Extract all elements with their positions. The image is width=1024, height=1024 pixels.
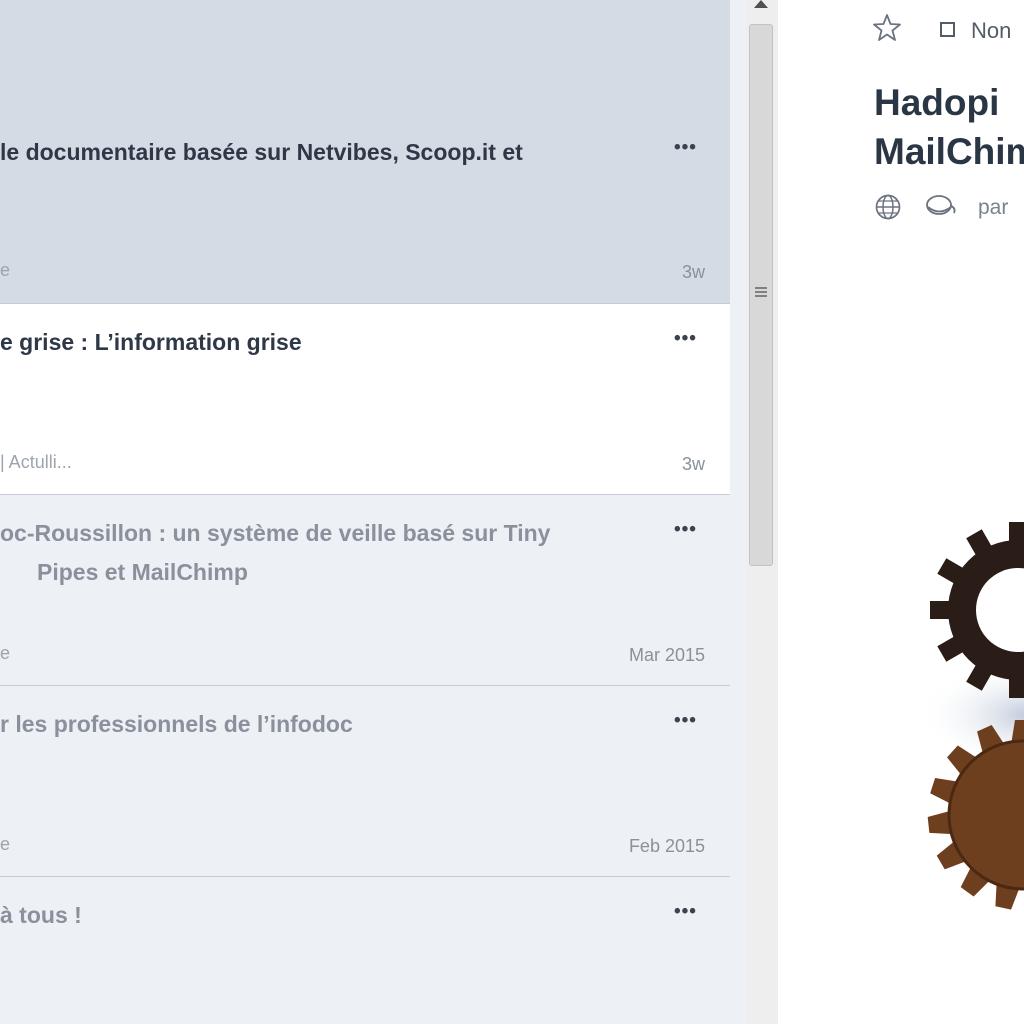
scroll-up-arrow[interactable] (754, 0, 768, 8)
list-item[interactable]: à tous ! ••• (0, 877, 730, 1024)
gears-image (918, 522, 1024, 910)
item-title-line1: oc-Roussillon : un système de veille bas… (0, 520, 551, 546)
article-title-line2: MailChim (874, 131, 1024, 172)
mark-checkbox[interactable] (940, 22, 955, 37)
item-source: e (0, 834, 11, 854)
list-item[interactable]: oc-Roussillon : un système de veille bas… (0, 495, 730, 686)
feed-icon[interactable] (924, 194, 958, 220)
list-item[interactable]: le documentaire basée sur Netvibes, Scoo… (0, 114, 730, 304)
item-title: à tous ! (0, 896, 640, 935)
item-time: Mar 2015 (628, 645, 705, 665)
more-options-button[interactable]: ••• (674, 710, 697, 732)
mark-label[interactable]: Non (971, 18, 1011, 44)
item-title-line1: e grise : L’information grise (0, 329, 302, 355)
article-reader: Non Hadopi MailChim par (778, 0, 1024, 1024)
article-title-line1: Hadopi (874, 82, 1000, 123)
item-title-line1: le documentaire basée sur Netvibes, Scoo… (0, 139, 523, 165)
item-title-line2-text: Pipes et MailChimp (37, 559, 248, 585)
item-time: Feb 2015 (628, 836, 705, 856)
more-options-button[interactable]: ••• (674, 137, 697, 159)
author-label: par (978, 196, 1009, 219)
globe-icon[interactable] (874, 193, 902, 221)
item-source: e (0, 643, 11, 663)
item-title-line1: r les professionnels de l’infodoc (0, 711, 353, 737)
more-options-button[interactable]: ••• (674, 519, 697, 541)
article-list: le documentaire basée sur Netvibes, Scoo… (0, 0, 746, 1024)
item-time: 3w (681, 454, 705, 474)
list-header (0, 0, 746, 115)
more-options-button[interactable]: ••• (674, 328, 697, 350)
list-item[interactable]: r les professionnels de l’infodoc e Feb … (0, 686, 730, 877)
scrollbar-grip-icon (755, 287, 767, 297)
list-gutter (730, 0, 746, 1024)
item-source: | Actulli... (0, 452, 72, 472)
item-title: oc-Roussillon : un système de veille bas… (0, 514, 640, 553)
item-title-line2: Pipes et MailChimp (37, 553, 677, 592)
item-title: r les professionnels de l’infodoc (0, 705, 640, 744)
item-title-line1: à tous ! (0, 902, 82, 928)
star-icon[interactable] (872, 13, 902, 43)
item-title: le documentaire basée sur Netvibes, Scoo… (0, 133, 640, 172)
item-time: 3w (681, 262, 705, 282)
list-item[interactable]: e grise : L’information grise | Actulli.… (0, 304, 730, 495)
item-title: e grise : L’information grise (0, 323, 640, 362)
item-source: e (0, 260, 11, 280)
more-options-button[interactable]: ••• (674, 901, 697, 923)
